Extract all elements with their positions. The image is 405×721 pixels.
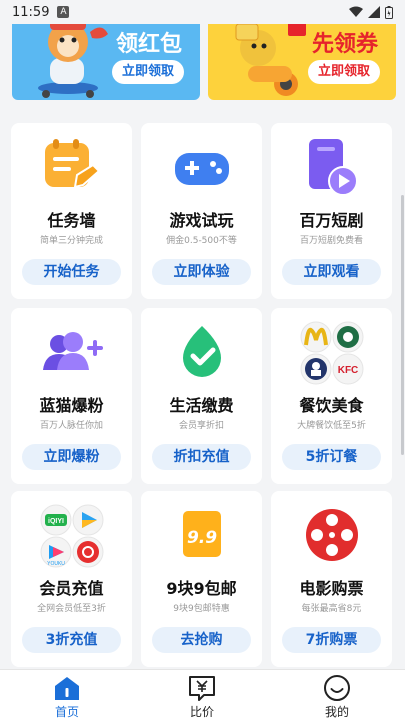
card-title: 游戏试玩 [169,211,234,230]
card-subtitle: 百万短剧免费看 [299,236,363,246]
card-title: 餐饮美食 [299,396,364,415]
order-meal-button[interactable]: 5折订餐 [282,444,381,470]
card-task-wall[interactable]: 任务墙 简单三分钟完成 开始任务 [11,123,132,299]
tab-label: 比价 [189,705,214,719]
card-subtitle: 每张最高省8元 [301,604,362,614]
restaurant-brands-icon: KFC [300,321,364,385]
tab-compare[interactable]: 比价 [162,670,242,721]
scrollbar[interactable] [401,195,404,455]
gamepad-icon [175,153,229,185]
profile-smile-icon [324,675,350,701]
card-utility-payment[interactable]: 生活缴费 会员享折扣 折扣充值 [141,308,262,484]
card-title: 百万短剧 [299,211,364,230]
tab-label: 首页 [54,705,79,719]
banner-title: 先领券 [311,32,378,57]
kfc-label: KFC [338,365,359,376]
video-play-icon [309,139,358,196]
price-label: 9.9 [187,528,217,548]
card-movie-tickets[interactable]: 电影购票 每张最高省8元 7折购票 [271,491,392,667]
home-icon [55,677,79,700]
card-title: 任务墙 [47,211,96,230]
card-fans-boost[interactable]: 蓝猫爆粉 百万人脉任你加 立即爆粉 [11,308,132,484]
youku-label: YOUKU [47,561,65,567]
card-title: 蓝猫爆粉 [39,396,104,415]
member-recharge-button[interactable]: 3折充值 [22,627,121,653]
start-task-button[interactable]: 开始任务 [22,259,121,285]
task-note-icon [45,139,101,189]
card-subtitle: 会员享折扣 [178,421,224,431]
card-title: 生活缴费 [169,396,234,415]
card-dining[interactable]: KFC 餐饮美食 大牌餐饮低至5折 5折订餐 [271,308,392,484]
battery-icon [385,5,393,19]
tab-label: 我的 [324,705,349,719]
card-nine-nine[interactable]: 9.9 9块9包邮 9块9包邮特惠 去抢购 [141,491,262,667]
try-now-button[interactable]: 立即体验 [152,259,251,285]
signal-icon [368,6,380,18]
card-title: 会员充值 [39,579,104,598]
card-title: 9块9包邮 [166,579,237,598]
add-users-icon [43,332,103,370]
banner-claim-button[interactable]: 立即领取 [111,60,184,84]
status-bar: 11:59 A [0,0,405,24]
notification-badge: A [57,6,70,18]
watch-now-button[interactable]: 立即观看 [282,259,381,285]
iqiyi-label: iQIYI [48,518,64,525]
film-reel-icon [306,509,358,561]
card-subtitle: 佣金0.5-500不等 [166,236,237,246]
card-subtitle: 大牌餐饮低至5折 [297,421,366,431]
yen-compare-icon [189,676,215,701]
card-short-drama[interactable]: 百万短剧 百万短剧免费看 立即观看 [271,123,392,299]
banner-claim-button[interactable]: 立即领取 [307,60,380,84]
card-subtitle: 百万人脉任你加 [39,421,103,431]
card-subtitle: 简单三分钟完成 [39,236,103,246]
promo-banners: 领红包 立即领取 先领券 立即领取 [12,14,396,100]
tab-profile[interactable]: 我的 [297,670,377,721]
card-title: 电影购票 [299,579,364,598]
discount-recharge-button[interactable]: 折扣充值 [152,444,251,470]
bottom-tab-bar: 首页 比价 我的 [0,669,405,721]
card-membership[interactable]: iQIYI YOUKU 会员充值 全网会员低至3折 3折充值 [11,491,132,667]
banner-title: 领红包 [115,32,182,57]
mascot-skateboard-icon [38,20,108,98]
price-tag-99-icon: 9.9 [183,511,221,557]
card-subtitle: 9块9包邮特惠 [173,604,230,614]
red-packet-banner[interactable]: 领红包 立即领取 [12,14,200,100]
wifi-icon [349,6,363,17]
coupon-banner[interactable]: 先领券 立即领取 [208,14,396,100]
boost-fans-button[interactable]: 立即爆粉 [22,444,121,470]
drop-check-icon [183,326,221,377]
grab-deal-button[interactable]: 去抢购 [152,627,251,653]
video-apps-icon: iQIYI YOUKU [40,504,104,568]
status-time: 11:59 [12,4,50,20]
card-game-trial[interactable]: 游戏试玩 佣金0.5-500不等 立即体验 [141,123,262,299]
buy-tickets-button[interactable]: 7折购票 [282,627,381,653]
tab-home[interactable]: 首页 [27,670,107,721]
mascot-scooter-icon [235,22,306,96]
card-subtitle: 全网会员低至3折 [37,604,106,614]
